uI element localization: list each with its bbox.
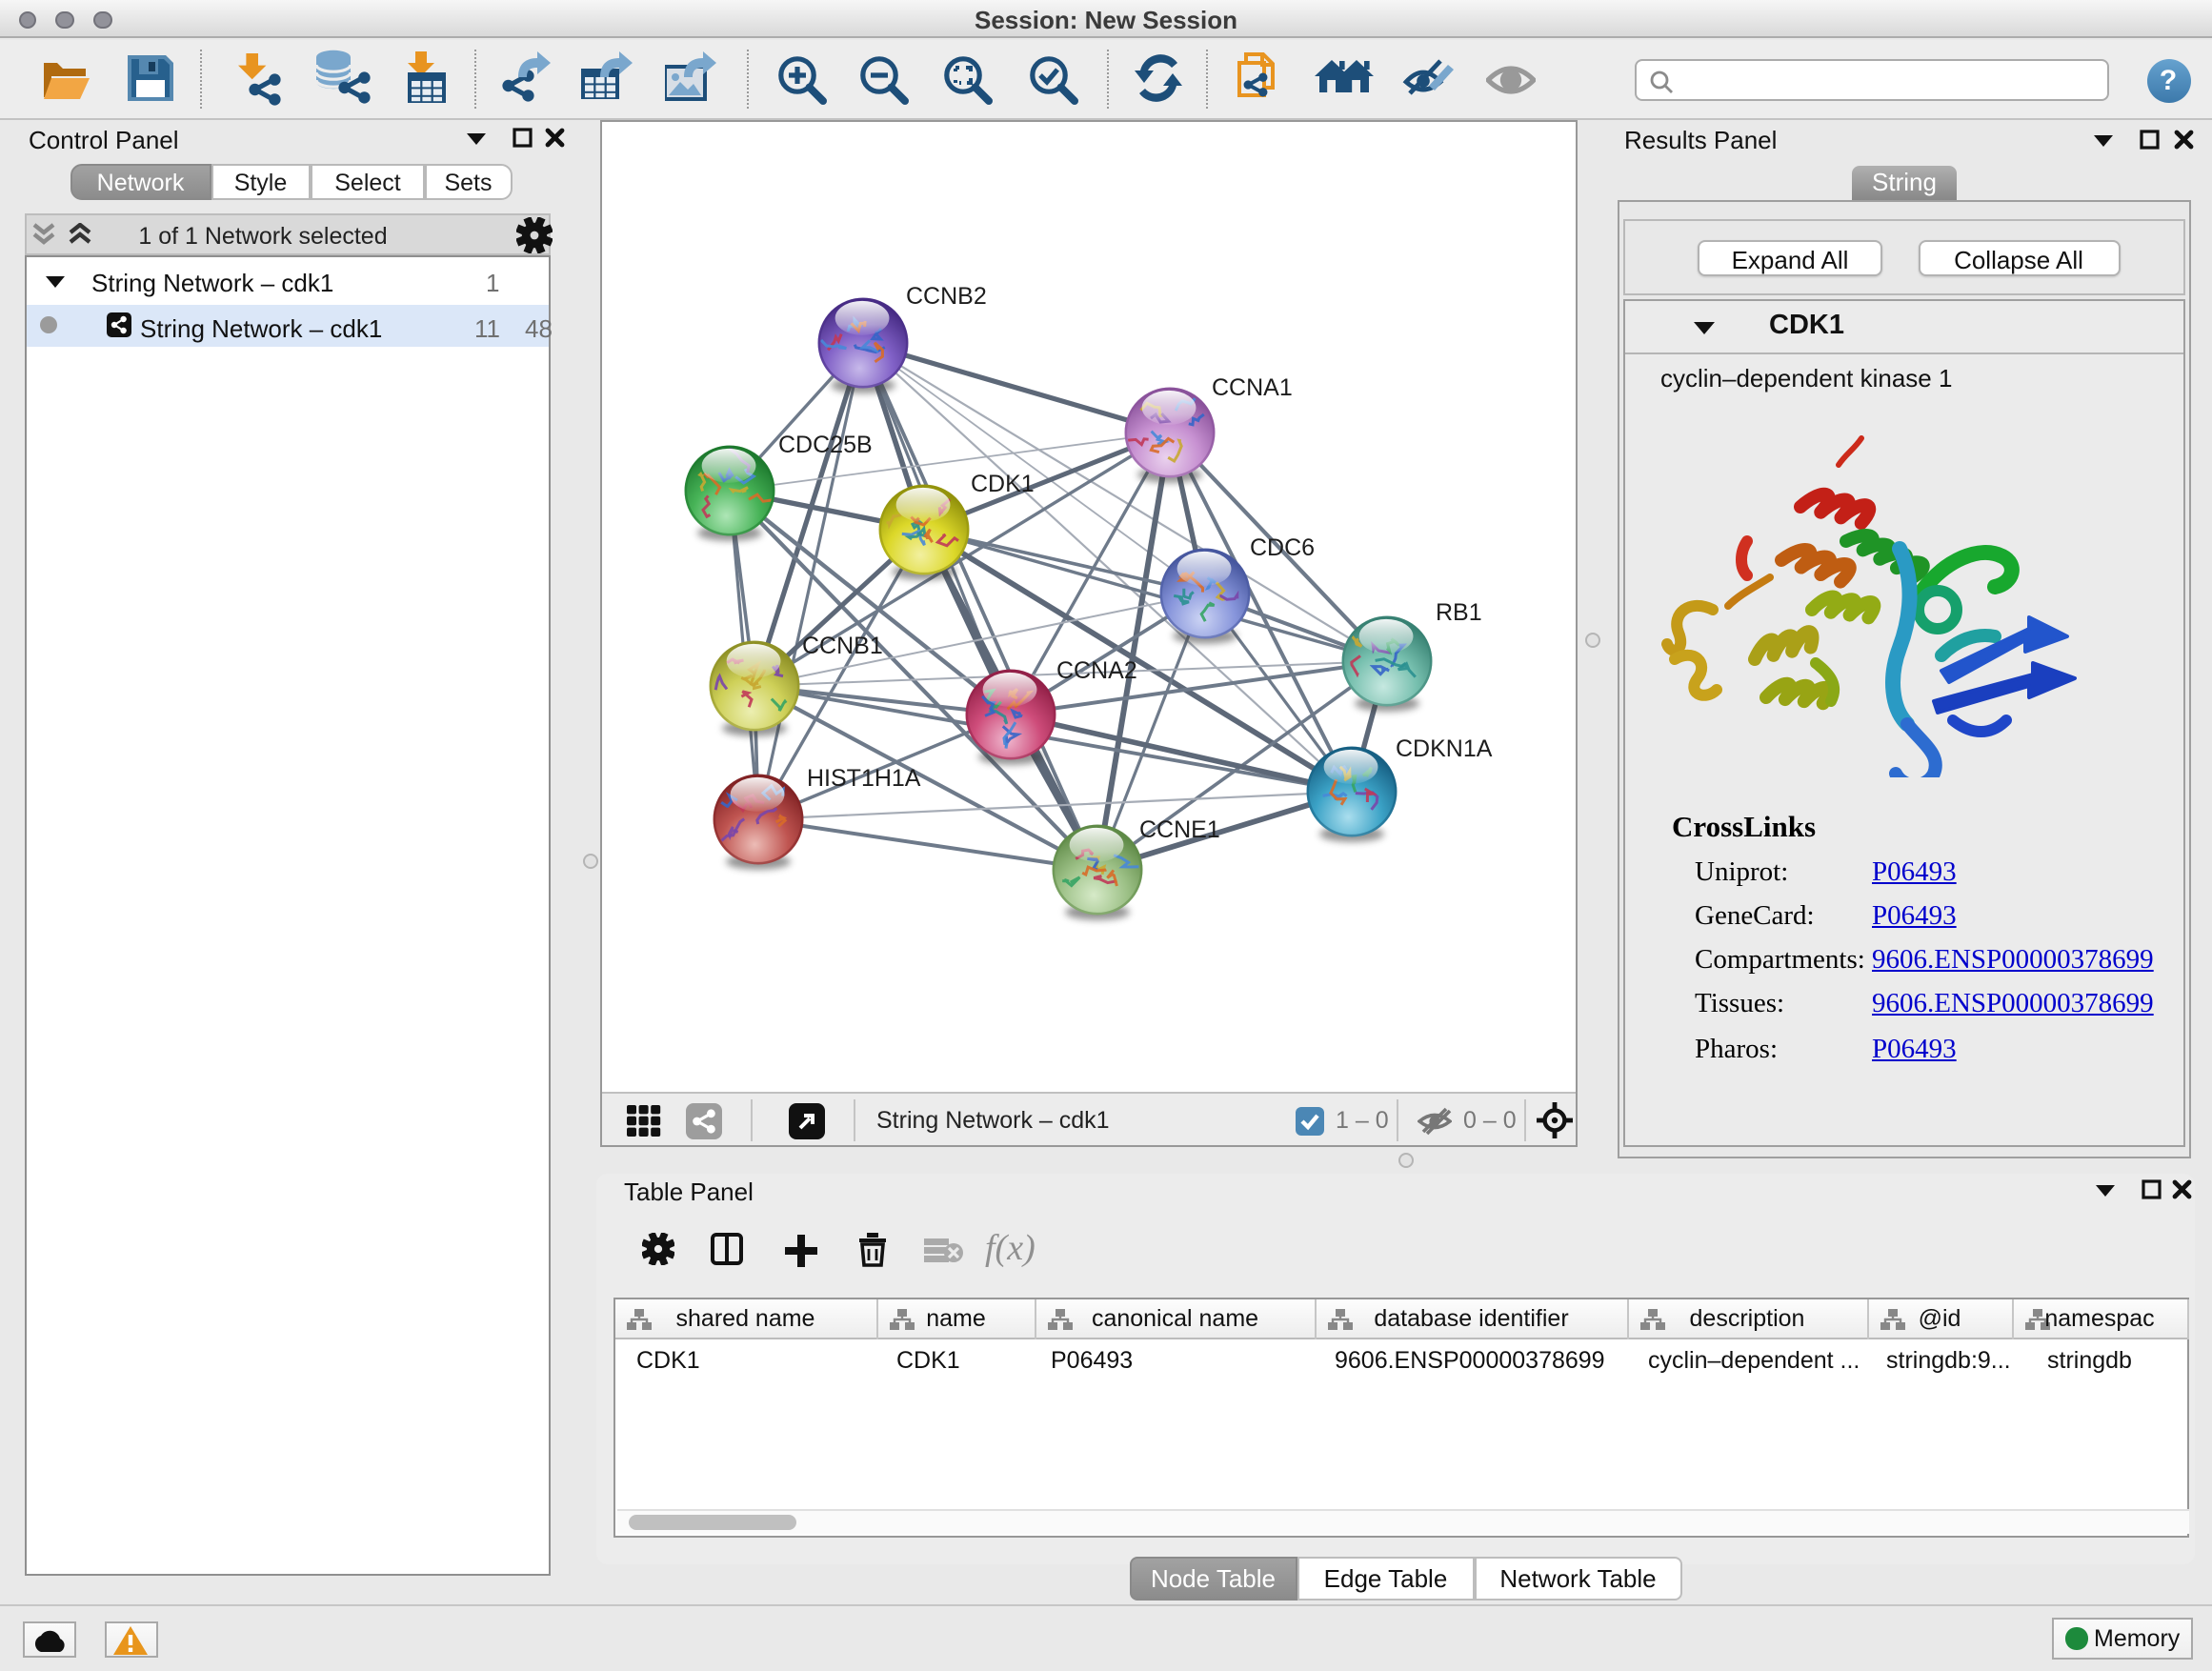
svg-text:CCNE1: CCNE1: [1139, 815, 1220, 842]
svg-text:CCNA2: CCNA2: [1056, 656, 1137, 683]
svg-text:CDC25B: CDC25B: [778, 431, 873, 457]
svg-text:CDKN1A: CDKN1A: [1396, 735, 1493, 761]
svg-text:RB1: RB1: [1436, 598, 1482, 625]
svg-text:CCNB2: CCNB2: [906, 282, 987, 309]
svg-text:CDK1: CDK1: [971, 470, 1035, 496]
svg-text:HIST1H1A: HIST1H1A: [807, 764, 921, 791]
svg-text:CCNA1: CCNA1: [1212, 373, 1293, 400]
svg-text:CDC6: CDC6: [1250, 534, 1315, 560]
svg-text:CCNB1: CCNB1: [802, 632, 883, 658]
